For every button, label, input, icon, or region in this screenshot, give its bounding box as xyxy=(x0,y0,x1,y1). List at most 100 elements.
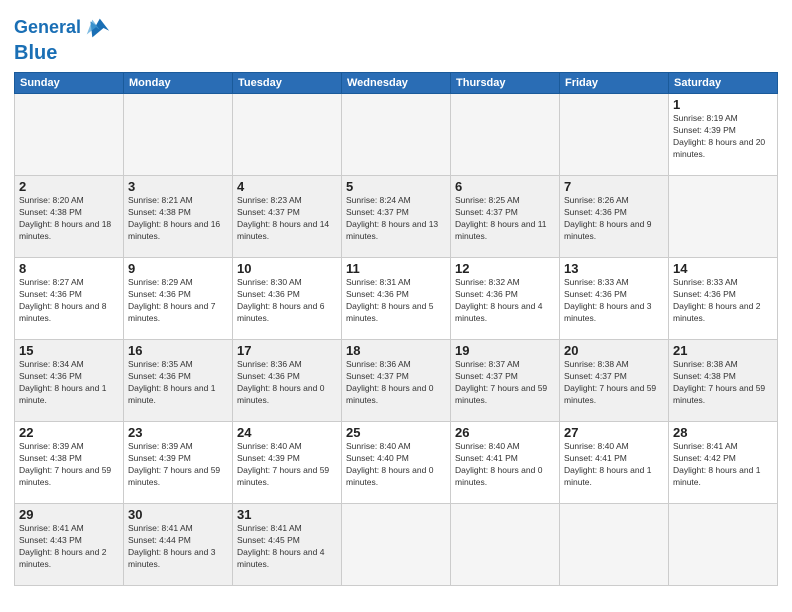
daylight-text: Daylight: 8 hours and 2 minutes. xyxy=(673,301,773,325)
daylight-text: Daylight: 8 hours and 13 minutes. xyxy=(346,219,446,243)
day-info: Sunrise: 8:20 AMSunset: 4:38 PMDaylight:… xyxy=(19,195,119,243)
daylight-text: Daylight: 8 hours and 1 minute. xyxy=(19,383,119,407)
sunset-text: Sunset: 4:41 PM xyxy=(564,453,664,465)
sunrise-text: Sunrise: 8:39 AM xyxy=(19,441,119,453)
daylight-text: Daylight: 8 hours and 18 minutes. xyxy=(19,219,119,243)
sunrise-text: Sunrise: 8:35 AM xyxy=(128,359,228,371)
day-info: Sunrise: 8:21 AMSunset: 4:38 PMDaylight:… xyxy=(128,195,228,243)
sunset-text: Sunset: 4:36 PM xyxy=(19,371,119,383)
daylight-text: Daylight: 8 hours and 20 minutes. xyxy=(673,137,773,161)
daylight-text: Daylight: 8 hours and 0 minutes. xyxy=(346,465,446,489)
empty-cell xyxy=(233,94,342,176)
day-info: Sunrise: 8:38 AMSunset: 4:37 PMDaylight:… xyxy=(564,359,664,407)
day-info: Sunrise: 8:23 AMSunset: 4:37 PMDaylight:… xyxy=(237,195,337,243)
col-header-tuesday: Tuesday xyxy=(233,73,342,94)
calendar-cell-day-24: 24Sunrise: 8:40 AMSunset: 4:39 PMDayligh… xyxy=(233,422,342,504)
empty-cell xyxy=(342,504,451,586)
day-info: Sunrise: 8:35 AMSunset: 4:36 PMDaylight:… xyxy=(128,359,228,407)
day-info: Sunrise: 8:40 AMSunset: 4:41 PMDaylight:… xyxy=(564,441,664,489)
daylight-text: Daylight: 8 hours and 2 minutes. xyxy=(19,547,119,571)
daylight-text: Daylight: 8 hours and 5 minutes. xyxy=(346,301,446,325)
calendar-cell-day-19: 19Sunrise: 8:37 AMSunset: 4:37 PMDayligh… xyxy=(451,340,560,422)
sunrise-text: Sunrise: 8:39 AM xyxy=(128,441,228,453)
daylight-text: Daylight: 8 hours and 1 minute. xyxy=(673,465,773,489)
day-info: Sunrise: 8:38 AMSunset: 4:38 PMDaylight:… xyxy=(673,359,773,407)
calendar-cell-day-6: 6Sunrise: 8:25 AMSunset: 4:37 PMDaylight… xyxy=(451,176,560,258)
calendar-cell-day-5: 5Sunrise: 8:24 AMSunset: 4:37 PMDaylight… xyxy=(342,176,451,258)
col-header-sunday: Sunday xyxy=(15,73,124,94)
calendar-cell-sunday: 29Sunrise: 8:41 AMSunset: 4:43 PMDayligh… xyxy=(15,504,124,586)
sunset-text: Sunset: 4:37 PM xyxy=(346,207,446,219)
daylight-text: Daylight: 8 hours and 3 minutes. xyxy=(564,301,664,325)
calendar-cell-day-10: 10Sunrise: 8:30 AMSunset: 4:36 PMDayligh… xyxy=(233,258,342,340)
calendar-cell-day-25: 25Sunrise: 8:40 AMSunset: 4:40 PMDayligh… xyxy=(342,422,451,504)
calendar-week-row: 22Sunrise: 8:39 AMSunset: 4:38 PMDayligh… xyxy=(15,422,778,504)
daylight-text: Daylight: 7 hours and 59 minutes. xyxy=(673,383,773,407)
calendar-cell-day-4: 4Sunrise: 8:23 AMSunset: 4:37 PMDaylight… xyxy=(233,176,342,258)
day-number: 11 xyxy=(346,261,446,276)
day-number: 27 xyxy=(564,425,664,440)
day-info: Sunrise: 8:30 AMSunset: 4:36 PMDaylight:… xyxy=(237,277,337,325)
sunrise-text: Sunrise: 8:29 AM xyxy=(128,277,228,289)
col-header-wednesday: Wednesday xyxy=(342,73,451,94)
calendar-cell-day-21: 21Sunrise: 8:38 AMSunset: 4:38 PMDayligh… xyxy=(669,340,778,422)
empty-cell xyxy=(560,504,669,586)
sunset-text: Sunset: 4:40 PM xyxy=(346,453,446,465)
sunrise-text: Sunrise: 8:32 AM xyxy=(455,277,555,289)
calendar-container: General Blue SundayMondayTuesdayWednesda… xyxy=(0,0,792,612)
sunset-text: Sunset: 4:44 PM xyxy=(128,535,228,547)
day-number: 28 xyxy=(673,425,773,440)
empty-cell xyxy=(560,94,669,176)
calendar-cell-day-27: 27Sunrise: 8:40 AMSunset: 4:41 PMDayligh… xyxy=(560,422,669,504)
sunrise-text: Sunrise: 8:40 AM xyxy=(455,441,555,453)
day-number: 31 xyxy=(237,507,337,522)
day-number: 25 xyxy=(346,425,446,440)
daylight-text: Daylight: 8 hours and 1 minute. xyxy=(128,383,228,407)
sunset-text: Sunset: 4:39 PM xyxy=(673,125,773,137)
day-info: Sunrise: 8:41 AMSunset: 4:42 PMDaylight:… xyxy=(673,441,773,489)
sunrise-text: Sunrise: 8:41 AM xyxy=(237,523,337,535)
sunrise-text: Sunrise: 8:41 AM xyxy=(673,441,773,453)
day-number: 19 xyxy=(455,343,555,358)
sunrise-text: Sunrise: 8:38 AM xyxy=(673,359,773,371)
day-number: 13 xyxy=(564,261,664,276)
calendar-week-row: 15Sunrise: 8:34 AMSunset: 4:36 PMDayligh… xyxy=(15,340,778,422)
day-info: Sunrise: 8:37 AMSunset: 4:37 PMDaylight:… xyxy=(455,359,555,407)
calendar-table: SundayMondayTuesdayWednesdayThursdayFrid… xyxy=(14,72,778,586)
sunrise-text: Sunrise: 8:41 AM xyxy=(128,523,228,535)
sunrise-text: Sunrise: 8:40 AM xyxy=(346,441,446,453)
sunrise-text: Sunrise: 8:30 AM xyxy=(237,277,337,289)
sunrise-text: Sunrise: 8:19 AM xyxy=(673,113,773,125)
calendar-cell-sunday: 2Sunrise: 8:20 AMSunset: 4:38 PMDaylight… xyxy=(15,176,124,258)
sunrise-text: Sunrise: 8:26 AM xyxy=(564,195,664,207)
sunrise-text: Sunrise: 8:21 AM xyxy=(128,195,228,207)
sunset-text: Sunset: 4:36 PM xyxy=(673,289,773,301)
day-number: 29 xyxy=(19,507,119,522)
calendar-week-row: 29Sunrise: 8:41 AMSunset: 4:43 PMDayligh… xyxy=(15,504,778,586)
day-number: 21 xyxy=(673,343,773,358)
daylight-text: Daylight: 8 hours and 1 minute. xyxy=(564,465,664,489)
calendar-cell-sunday: 22Sunrise: 8:39 AMSunset: 4:38 PMDayligh… xyxy=(15,422,124,504)
sunrise-text: Sunrise: 8:36 AM xyxy=(346,359,446,371)
day-number: 15 xyxy=(19,343,119,358)
daylight-text: Daylight: 8 hours and 8 minutes. xyxy=(19,301,119,325)
sunset-text: Sunset: 4:41 PM xyxy=(455,453,555,465)
daylight-text: Daylight: 8 hours and 9 minutes. xyxy=(564,219,664,243)
day-number: 10 xyxy=(237,261,337,276)
day-info: Sunrise: 8:31 AMSunset: 4:36 PMDaylight:… xyxy=(346,277,446,325)
calendar-header-row: SundayMondayTuesdayWednesdayThursdayFrid… xyxy=(15,73,778,94)
sunrise-text: Sunrise: 8:27 AM xyxy=(19,277,119,289)
day-number: 24 xyxy=(237,425,337,440)
daylight-text: Daylight: 8 hours and 4 minutes. xyxy=(237,547,337,571)
sunrise-text: Sunrise: 8:20 AM xyxy=(19,195,119,207)
sunset-text: Sunset: 4:36 PM xyxy=(564,207,664,219)
sunset-text: Sunset: 4:37 PM xyxy=(237,207,337,219)
day-number: 2 xyxy=(19,179,119,194)
sunset-text: Sunset: 4:38 PM xyxy=(19,207,119,219)
col-header-saturday: Saturday xyxy=(669,73,778,94)
sunset-text: Sunset: 4:39 PM xyxy=(237,453,337,465)
empty-cell xyxy=(669,176,778,258)
logo: General Blue xyxy=(14,14,111,64)
day-number: 9 xyxy=(128,261,228,276)
day-info: Sunrise: 8:40 AMSunset: 4:41 PMDaylight:… xyxy=(455,441,555,489)
